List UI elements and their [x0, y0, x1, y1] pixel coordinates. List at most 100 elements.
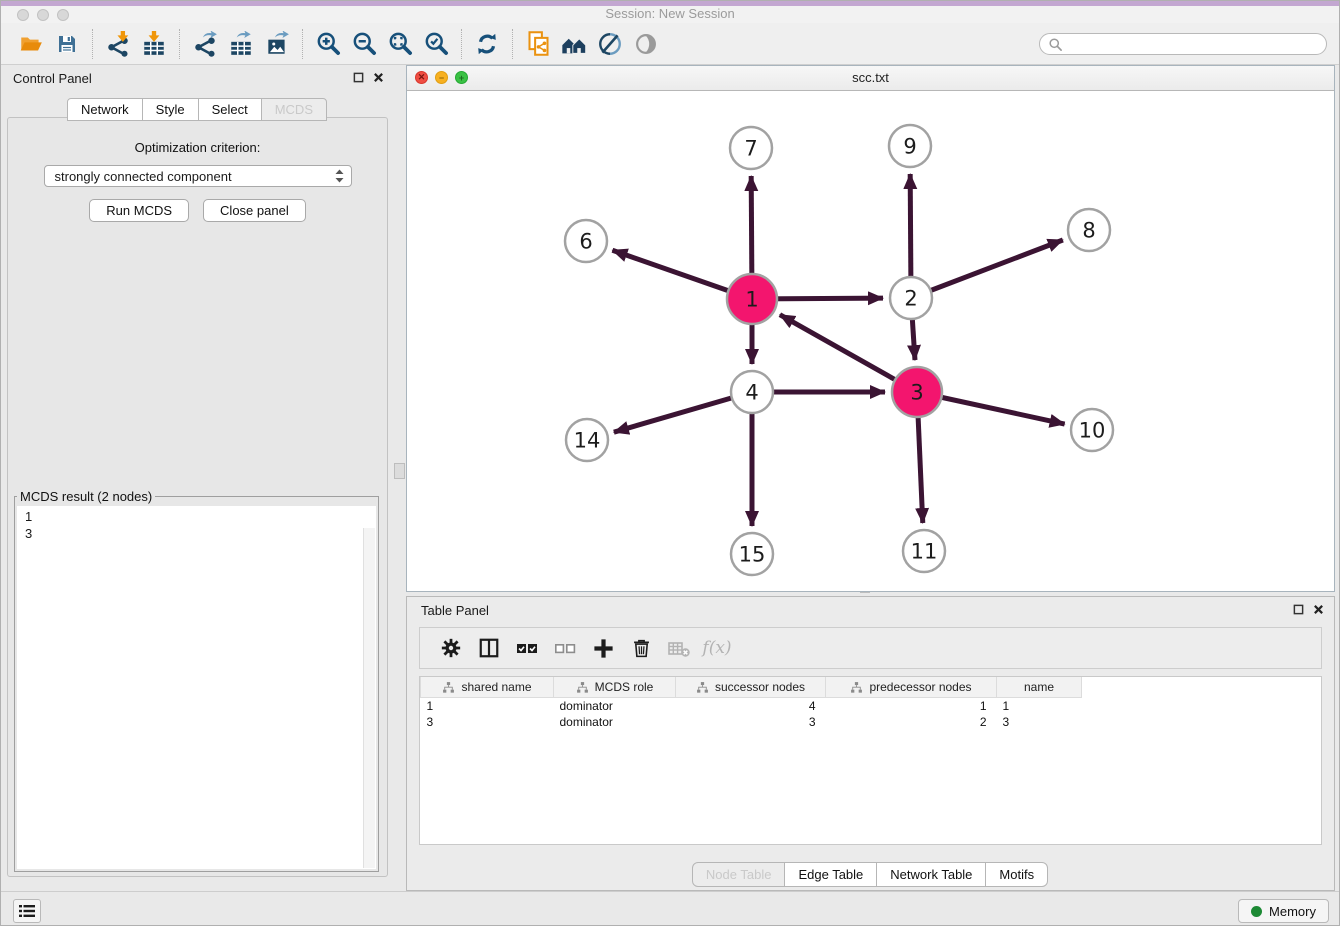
graph-edge-2-8[interactable]: [911, 240, 1063, 298]
table-cell[interactable]: 2: [826, 714, 997, 730]
toolbar-separator: [179, 29, 180, 59]
node-table: shared name MCDS rolesuccessor nodesprede…: [420, 677, 1082, 730]
result-scrollbar[interactable]: [363, 528, 375, 868]
graph-node-4[interactable]: 4: [731, 371, 773, 413]
delete-column-icon[interactable]: [624, 633, 658, 663]
column-header-mcds-role[interactable]: MCDS role: [554, 677, 676, 698]
delete-table-icon[interactable]: [662, 633, 696, 663]
function-builder-icon[interactable]: f(x): [700, 633, 734, 663]
graph-edges: [612, 174, 1064, 526]
graph-node-14[interactable]: 14: [566, 419, 608, 461]
run-mcds-button[interactable]: Run MCDS: [89, 199, 189, 222]
table-cell[interactable]: dominator: [554, 714, 676, 730]
criterion-value: strongly connected component: [55, 169, 334, 184]
table-header-row: shared name MCDS rolesuccessor nodesprede…: [421, 677, 1082, 698]
table-cell[interactable]: 3: [676, 714, 826, 730]
float-panel-icon[interactable]: [1293, 604, 1304, 615]
vertical-splitter-handle[interactable]: [394, 463, 405, 479]
table-cell[interactable]: 3: [421, 714, 554, 730]
table-cell[interactable]: 1: [997, 698, 1082, 715]
criterion-dropdown[interactable]: strongly connected component: [44, 165, 352, 187]
dropdown-stepper-icon: [334, 168, 345, 184]
open-session-icon[interactable]: [13, 28, 49, 60]
zoom-out-icon[interactable]: [346, 28, 382, 60]
table-cell[interactable]: dominator: [554, 698, 676, 715]
tab-style[interactable]: Style: [142, 98, 199, 121]
graph-node-10[interactable]: 10: [1071, 409, 1113, 451]
import-table-icon[interactable]: [136, 28, 172, 60]
mcds-result-item: 1: [25, 508, 362, 525]
task-history-button[interactable]: [13, 899, 41, 923]
graph-node-8[interactable]: 8: [1068, 209, 1110, 251]
search-field[interactable]: [1039, 33, 1327, 55]
graph-node-3[interactable]: 3: [892, 367, 942, 417]
tab-motifs[interactable]: Motifs: [985, 862, 1048, 887]
table-cell[interactable]: 3: [997, 714, 1082, 730]
home-icon[interactable]: [556, 28, 592, 60]
graph-node-9[interactable]: 9: [889, 125, 931, 167]
table-cell[interactable]: 4: [676, 698, 826, 715]
save-session-icon[interactable]: [49, 28, 85, 60]
column-header-name[interactable]: name: [997, 677, 1082, 698]
memory-button[interactable]: Memory: [1238, 899, 1329, 923]
export-table-icon[interactable]: [223, 28, 259, 60]
tab-network[interactable]: Network: [67, 98, 143, 121]
graph-node-15[interactable]: 15: [731, 533, 773, 575]
zoom-fit-icon[interactable]: [382, 28, 418, 60]
column-header-label: shared name: [461, 680, 531, 694]
table-panel-title: Table Panel: [421, 603, 489, 618]
network-view-window: ✕ − + scc.txt 1 2 3 4 6 7 8 9 10 11 14 15: [406, 65, 1335, 592]
graph-node-11[interactable]: 11: [903, 530, 945, 572]
graph-node-label: 2: [904, 286, 917, 310]
tab-node-table[interactable]: Node Table: [692, 862, 786, 887]
node-table-container[interactable]: shared name MCDS rolesuccessor nodesprede…: [419, 676, 1322, 845]
table-toolbar: f(x): [419, 627, 1322, 669]
mcds-result-item: 3: [25, 525, 362, 542]
close-panel-button[interactable]: Close panel: [203, 199, 306, 222]
tab-select[interactable]: Select: [198, 98, 262, 121]
tab-edge-table[interactable]: Edge Table: [784, 862, 877, 887]
zoom-in-icon[interactable]: [310, 28, 346, 60]
zoom-selected-icon[interactable]: [418, 28, 454, 60]
search-input[interactable]: [1063, 36, 1318, 52]
toolbar-separator: [302, 29, 303, 59]
show-hide-graphics-icon[interactable]: [592, 28, 628, 60]
new-network-from-selection-icon[interactable]: [520, 28, 556, 60]
add-column-icon[interactable]: [586, 633, 620, 663]
network-graph[interactable]: 1 2 3 4 6 7 8 9 10 11 14 15: [407, 90, 1334, 591]
graph-node-label: 8: [1082, 218, 1095, 242]
refresh-icon[interactable]: [469, 28, 505, 60]
graph-node-label: 3: [910, 380, 923, 404]
float-panel-icon[interactable]: [353, 72, 364, 83]
graph-node-6[interactable]: 6: [565, 220, 607, 262]
tab-mcds[interactable]: MCDS: [261, 98, 327, 121]
column-type-icon: [576, 681, 589, 694]
column-header-shared-name[interactable]: shared name: [421, 677, 554, 698]
toggle-columns-icon[interactable]: [472, 633, 506, 663]
mcds-result-fieldset: MCDS result (2 nodes) 13: [14, 489, 379, 872]
table-row[interactable]: 1dominator411: [421, 698, 1082, 715]
graph-node-2[interactable]: 2: [890, 277, 932, 319]
column-header-label: name: [1024, 680, 1054, 694]
table-row[interactable]: 3dominator323: [421, 714, 1082, 730]
deselect-all-columns-icon[interactable]: [548, 633, 582, 663]
table-body: 1dominator4113dominator323: [421, 698, 1082, 731]
export-image-icon[interactable]: [259, 28, 295, 60]
close-panel-icon[interactable]: [1313, 604, 1324, 615]
network-window-titlebar[interactable]: ✕ − + scc.txt: [407, 66, 1334, 91]
graph-node-7[interactable]: 7: [730, 127, 772, 169]
toolbar-separator: [461, 29, 462, 59]
export-network-icon[interactable]: [187, 28, 223, 60]
column-header-successor-nodes[interactable]: successor nodes: [676, 677, 826, 698]
settings-gear-icon[interactable]: [434, 633, 468, 663]
table-cell[interactable]: 1: [421, 698, 554, 715]
graph-node-label: 9: [903, 134, 916, 158]
column-header-predecessor-nodes[interactable]: predecessor nodes: [826, 677, 997, 698]
select-all-columns-icon[interactable]: [510, 633, 544, 663]
import-network-icon[interactable]: [100, 28, 136, 60]
table-cell[interactable]: 1: [826, 698, 997, 715]
highlight-eye-icon[interactable]: [628, 28, 664, 60]
close-panel-icon[interactable]: [373, 72, 384, 83]
tab-network-table[interactable]: Network Table: [876, 862, 986, 887]
graph-node-1[interactable]: 1: [727, 274, 777, 324]
